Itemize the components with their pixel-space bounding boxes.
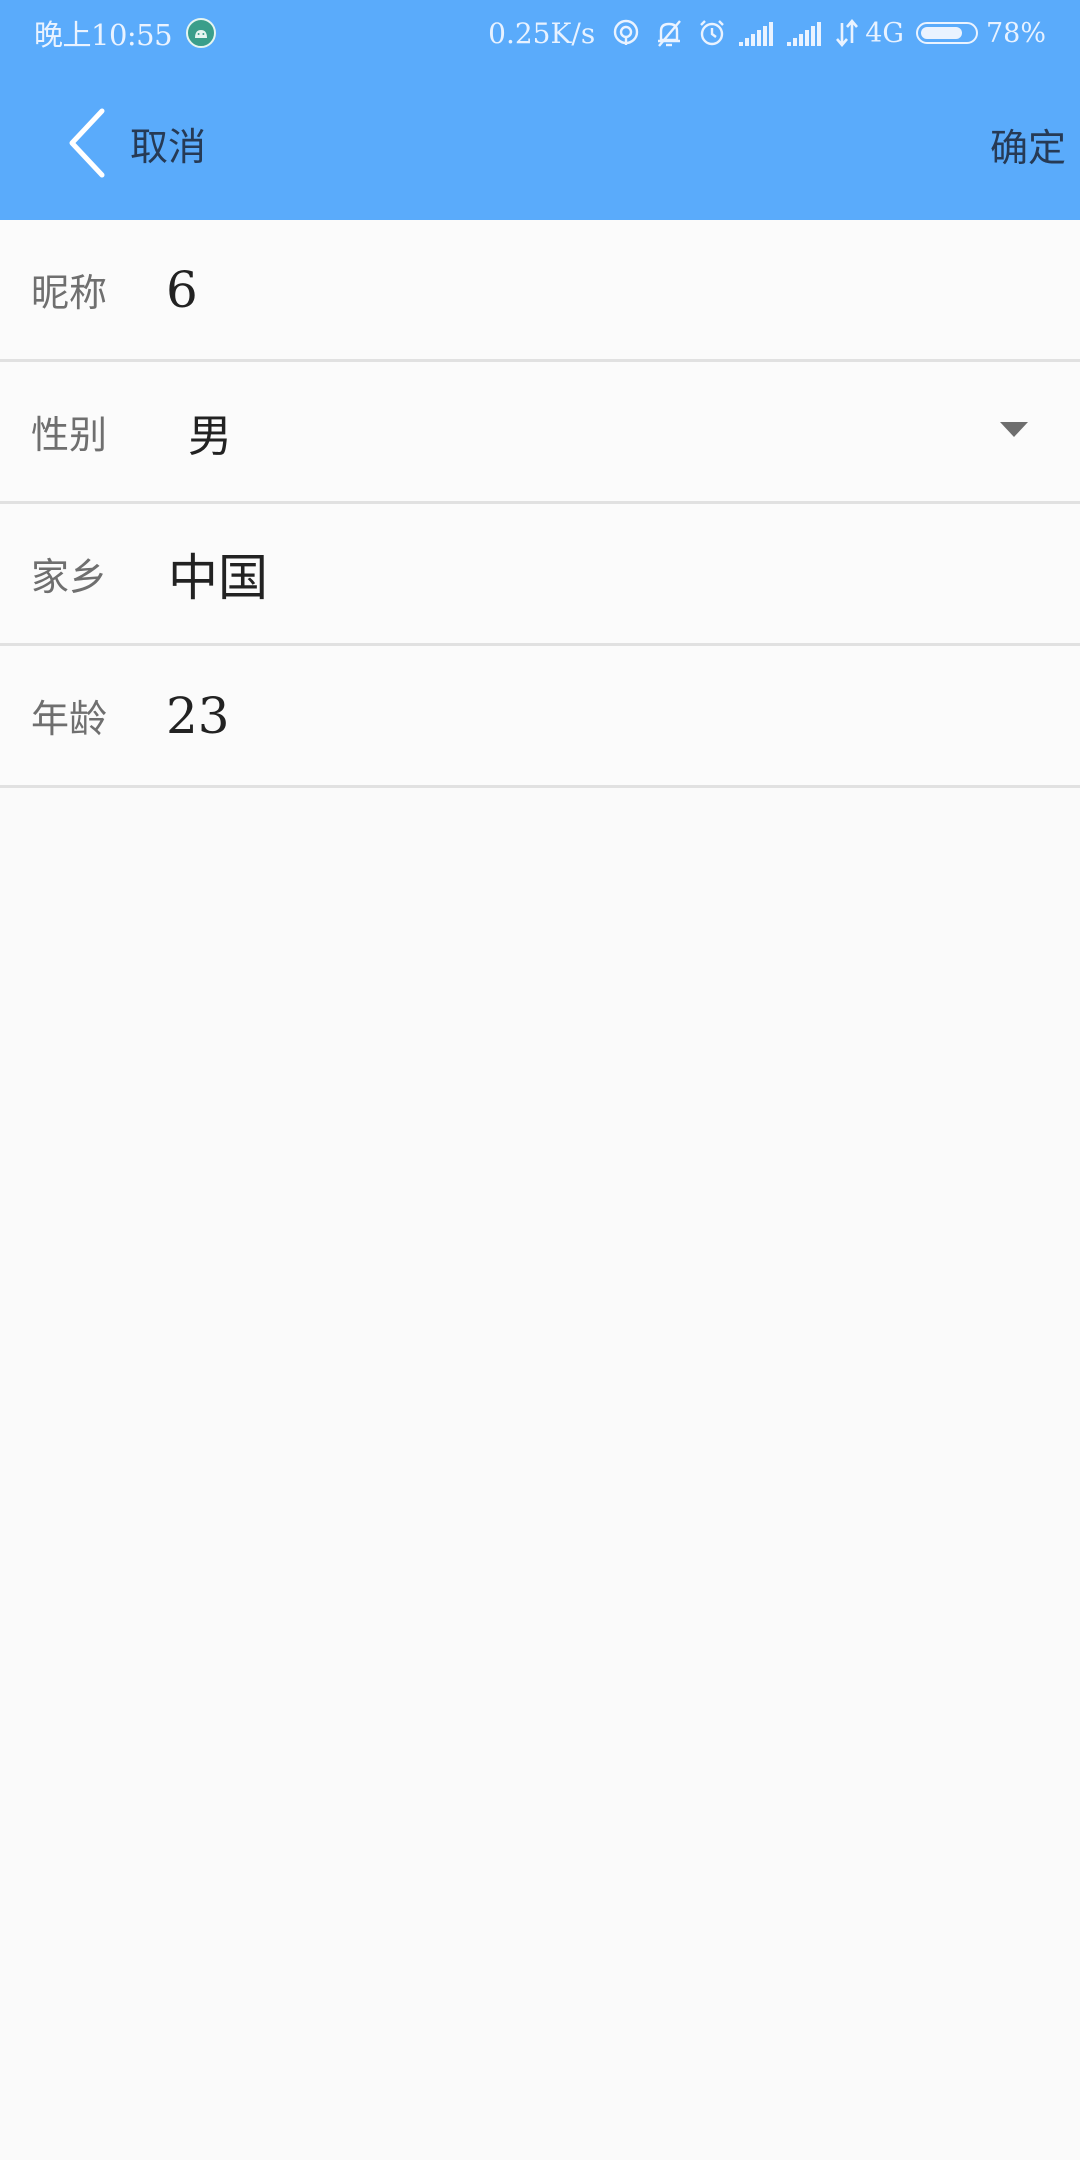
network-type: 4G [865, 17, 904, 49]
status-bar-left: 晚上10:55 [34, 14, 217, 52]
age-field[interactable]: 23 [166, 646, 230, 785]
data-transfer-icon [835, 19, 859, 47]
net-speed: 0.25K/s [488, 16, 596, 50]
confirm-button[interactable]: 确定 [990, 114, 1066, 174]
hometown-row[interactable]: 家乡 中国 [0, 504, 1080, 646]
battery-icon [915, 22, 978, 44]
battery-level [920, 27, 962, 39]
battery-percent: 78% [985, 17, 1046, 49]
hotspot-icon [611, 18, 641, 48]
hometown-label: 家乡 [31, 555, 108, 599]
cancel-label: 取消 [130, 124, 207, 169]
cancel-button[interactable]: 取消 [68, 104, 206, 182]
hometown-field[interactable]: 中国 [168, 504, 268, 643]
android-icon [186, 18, 217, 48]
gender-select[interactable]: 男 [188, 362, 232, 501]
nickname-field[interactable]: 6 [166, 220, 198, 359]
nickname-row[interactable]: 昵称 6 [0, 220, 1080, 362]
mute-icon [653, 18, 685, 48]
status-bar: 晚上10:55 0.25K/s 4G 78% [0, 0, 1080, 66]
nickname-label: 昵称 [31, 271, 108, 315]
alarm-icon [697, 18, 727, 48]
signal-icon [787, 20, 823, 46]
signal-icon [739, 20, 775, 46]
gender-row[interactable]: 性别 男 [0, 362, 1080, 504]
app-bar: 取消 确定 [0, 66, 1080, 220]
dropdown-arrow-icon[interactable] [1000, 422, 1028, 437]
gender-label: 性别 [31, 413, 108, 457]
age-row[interactable]: 年龄 23 [0, 646, 1080, 788]
status-bar-right: 0.25K/s 4G 78% [488, 14, 1046, 52]
chevron-left-icon [68, 107, 108, 179]
status-time: 晚上10:55 [34, 18, 173, 52]
age-label: 年龄 [31, 697, 108, 741]
profile-form: 昵称 6 性别 男 家乡 中国 年龄 23 [0, 220, 1080, 788]
